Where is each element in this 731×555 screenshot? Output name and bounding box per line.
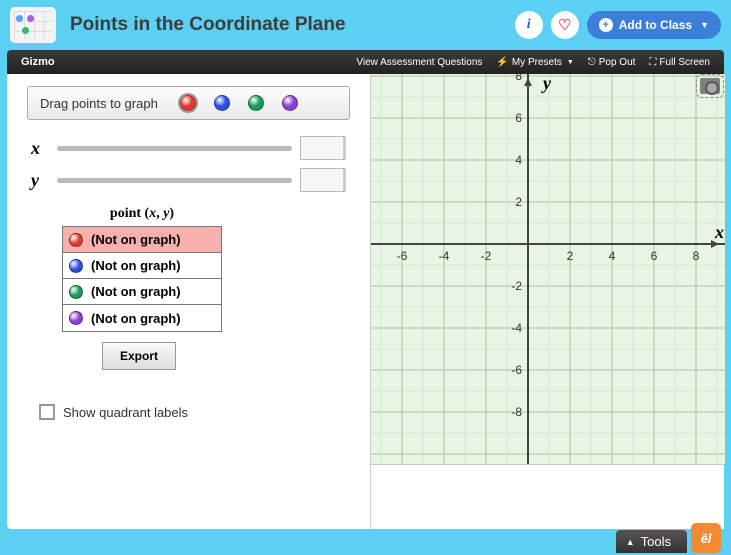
chevron-up-icon: ▲ (626, 537, 635, 547)
dot-blue-icon (69, 259, 83, 273)
table-row[interactable]: (Not on graph) (63, 253, 221, 279)
y-value-input[interactable] (300, 168, 346, 192)
point-blue[interactable] (214, 95, 230, 111)
export-button[interactable]: Export (102, 342, 176, 370)
y-slider-label: y (31, 170, 49, 191)
svg-text:6: 6 (515, 111, 522, 125)
points-table-title: point (x, y) (62, 206, 222, 222)
table-row[interactable]: (Not on graph) (63, 227, 221, 253)
svg-text:-2: -2 (511, 279, 522, 293)
svg-text:8: 8 (693, 249, 700, 263)
fullscreen-icon: ⛶ (649, 57, 656, 68)
svg-text:2: 2 (515, 195, 522, 209)
drag-points-bar: Drag points to graph (27, 86, 350, 120)
svg-text:-4: -4 (439, 249, 450, 263)
point-purple[interactable] (282, 95, 298, 111)
workspace: Drag points to graph x y point (x, y) (N… (7, 74, 724, 529)
top-bar: Points in the Coordinate Plane i ♡ + Add… (0, 0, 731, 50)
popout-icon: ⎋ (588, 57, 596, 68)
graph-footer (371, 464, 724, 529)
chevron-down-icon: ▼ (567, 59, 574, 66)
svg-text:4: 4 (609, 249, 616, 263)
coordinate-plane[interactable]: y x -8-6-4-22468 8642-2-4-6-8 (371, 74, 724, 529)
y-slider[interactable] (57, 178, 292, 183)
svg-text:-6: -6 (397, 249, 408, 263)
tools-tab: ▲ Tools ĕl (616, 523, 721, 553)
heart-icon: ♡ (558, 16, 571, 34)
tools-toggle[interactable]: ▲ Tools (616, 530, 687, 553)
svg-text:6: 6 (651, 249, 658, 263)
svg-text:2: 2 (567, 249, 574, 263)
view-assessment-link[interactable]: View Assessment Questions (356, 57, 482, 68)
table-row[interactable]: (Not on graph) (63, 279, 221, 305)
gizmo-label: Gizmo (21, 56, 342, 68)
svg-text:-2: -2 (481, 249, 492, 263)
checkbox-icon (39, 404, 55, 420)
gizmo-toolbar: Gizmo View Assessment Questions ⚡My Pres… (7, 50, 724, 74)
bolt-icon: ⚡ (496, 57, 508, 68)
svg-text:4: 4 (515, 153, 522, 167)
info-button[interactable]: i (515, 11, 543, 39)
my-presets-link[interactable]: ⚡My Presets▼ (496, 57, 573, 68)
brand-logo: ĕl (691, 523, 721, 553)
x-slider-label: x (31, 138, 49, 159)
table-row[interactable]: (Not on graph) (63, 305, 221, 331)
points-table: point (x, y) (Not on graph) (Not on grap… (62, 206, 222, 332)
camera-icon[interactable] (700, 78, 720, 94)
x-slider[interactable] (57, 146, 292, 151)
point-red[interactable] (180, 95, 196, 111)
app-thumbnail-icon (10, 7, 56, 43)
dot-purple-icon (69, 311, 83, 325)
svg-text:-4: -4 (511, 321, 522, 335)
svg-text:-8: -8 (511, 405, 522, 419)
add-to-class-button[interactable]: + Add to Class ▼ (587, 11, 721, 39)
graph-panel: y x -8-6-4-22468 8642-2-4-6-8 (370, 74, 724, 529)
svg-text:8: 8 (515, 74, 522, 83)
chevron-down-icon: ▼ (700, 20, 709, 30)
svg-text:-6: -6 (511, 363, 522, 377)
point-green[interactable] (248, 95, 264, 111)
x-value-input[interactable] (300, 136, 346, 160)
dot-red-icon (69, 233, 83, 247)
dot-green-icon (69, 285, 83, 299)
pop-out-link[interactable]: ⎋Pop Out (588, 57, 636, 68)
favorite-button[interactable]: ♡ (551, 11, 579, 39)
y-slider-row: y (31, 168, 346, 192)
plus-icon: + (599, 18, 613, 32)
svg-text:x: x (714, 222, 724, 242)
controls-panel: Drag points to graph x y point (x, y) (N… (7, 74, 370, 529)
svg-text:y: y (541, 74, 552, 93)
show-quadrants-checkbox[interactable]: Show quadrant labels (39, 404, 370, 420)
full-screen-link[interactable]: ⛶Full Screen (649, 57, 710, 68)
x-slider-row: x (31, 136, 346, 160)
page-title: Points in the Coordinate Plane (70, 14, 515, 36)
